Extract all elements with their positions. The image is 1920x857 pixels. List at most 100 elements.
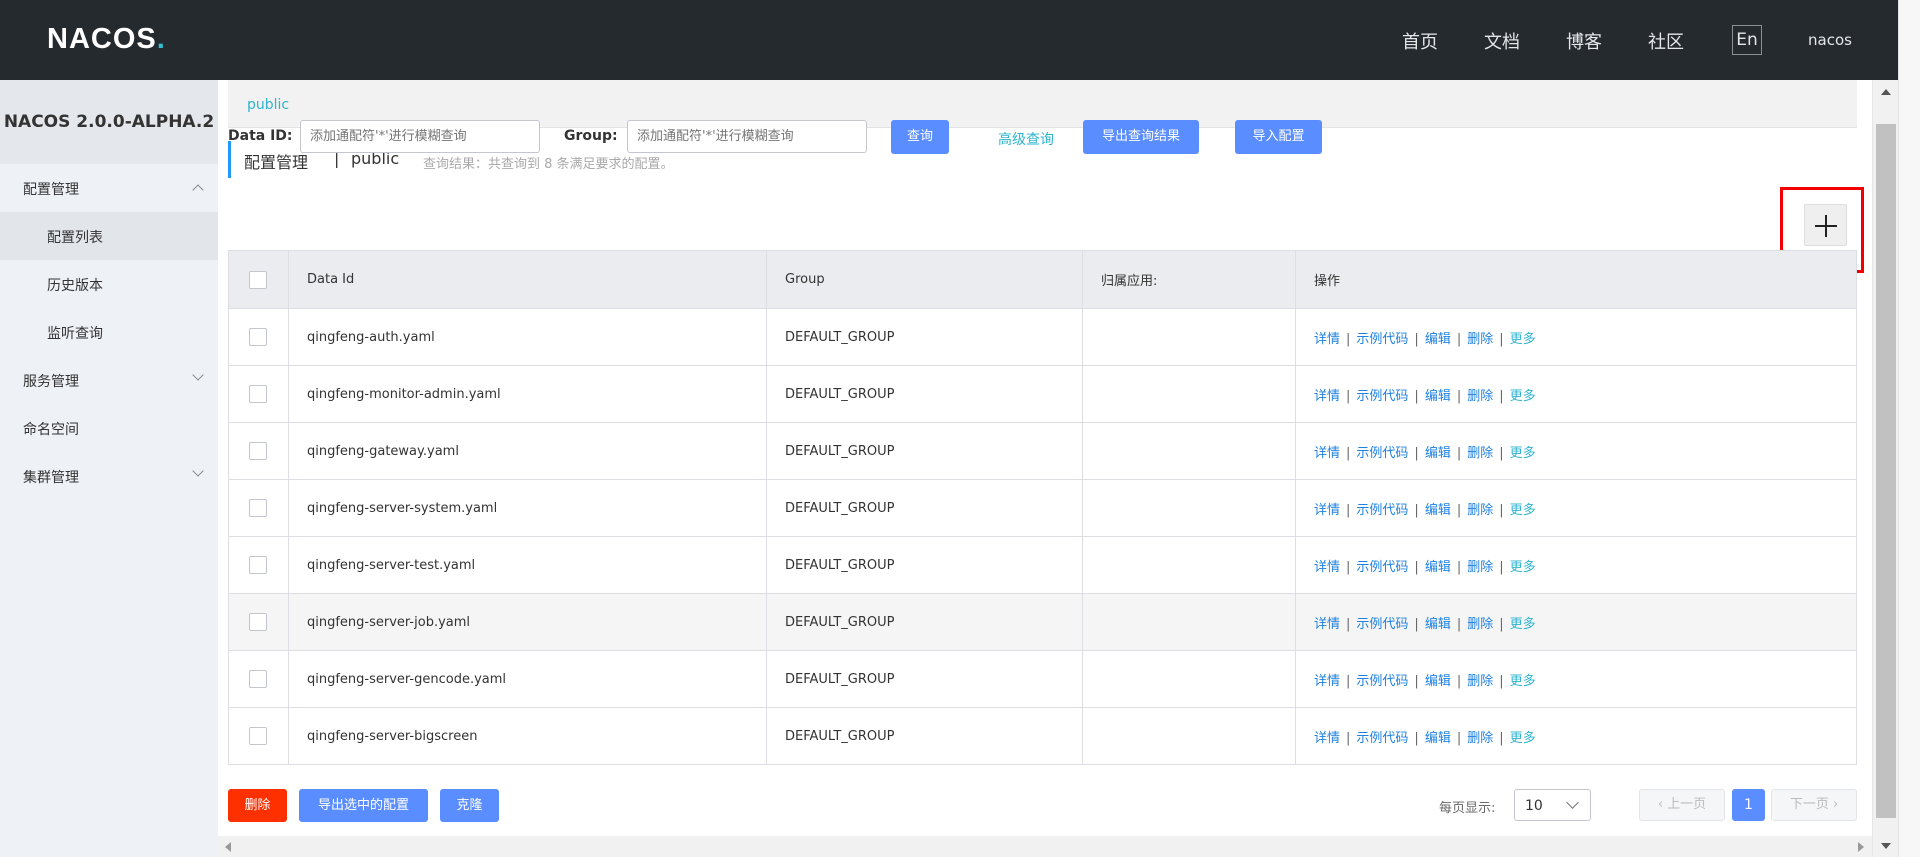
table-row[interactable]: qingfeng-auth.yaml DEFAULT_GROUP 详情 | 示例代码 | 编… [228, 308, 1857, 366]
detail-link[interactable]: 详情 [1314, 389, 1340, 404]
delete-link[interactable]: 删除 [1467, 674, 1493, 689]
edit-link[interactable]: 编辑 [1425, 503, 1451, 518]
horizontal-scrollbar[interactable] [218, 836, 1872, 857]
sidebar-item-namespace[interactable]: 命名空间 [0, 404, 218, 452]
cell-group: DEFAULT_GROUP [766, 365, 1083, 423]
select-all-checkbox[interactable] [249, 270, 267, 289]
row-checkbox[interactable] [249, 727, 267, 745]
row-checkbox[interactable] [249, 670, 267, 688]
vertical-scrollbar[interactable] [1872, 80, 1898, 857]
export-selected-button[interactable]: 导出选中的配置 [299, 789, 428, 822]
edit-link[interactable]: 编辑 [1425, 446, 1451, 461]
import-config-button[interactable]: 导入配置 [1235, 120, 1322, 154]
scroll-up-arrow[interactable] [1881, 89, 1891, 95]
more-link[interactable]: 更多 [1510, 332, 1536, 347]
nav-docs[interactable]: 文档 [1484, 28, 1520, 54]
more-link[interactable]: 更多 [1510, 731, 1536, 746]
sample-code-link[interactable]: 示例代码 [1356, 617, 1408, 632]
row-checkbox[interactable] [249, 328, 267, 346]
nacos-logo[interactable]: NACOS. [47, 23, 166, 56]
edit-link[interactable]: 编辑 [1425, 560, 1451, 575]
sidebar-item-config-management[interactable]: 配置管理 [0, 164, 218, 212]
row-checkbox[interactable] [249, 442, 267, 460]
sample-code-link[interactable]: 示例代码 [1356, 332, 1408, 347]
clone-button[interactable]: 克隆 [440, 789, 499, 822]
table-row[interactable]: qingfeng-server-system.yaml DEFAULT_GROUP… [228, 479, 1857, 537]
table-row[interactable]: qingfeng-server-test.yaml DEFAULT_GROUP 详情… [228, 536, 1857, 594]
detail-link[interactable]: 详情 [1314, 446, 1340, 461]
row-checkbox[interactable] [249, 613, 267, 631]
delete-link[interactable]: 删除 [1467, 731, 1493, 746]
row-select-cell [228, 593, 289, 651]
col-group: Group [766, 250, 1083, 309]
sample-code-link[interactable]: 示例代码 [1356, 446, 1408, 461]
delete-selected-button[interactable]: 删除 [228, 789, 287, 822]
more-link[interactable]: 更多 [1510, 674, 1536, 689]
sample-code-link[interactable]: 示例代码 [1356, 389, 1408, 404]
delete-link[interactable]: 删除 [1467, 332, 1493, 347]
page-number-current[interactable]: 1 [1732, 789, 1765, 821]
next-page-button[interactable]: 下一页 › [1771, 789, 1857, 821]
sample-code-link[interactable]: 示例代码 [1356, 503, 1408, 518]
table-row[interactable]: qingfeng-server-bigscreen DEFAULT_GROUP 详情… [228, 707, 1857, 765]
sidebar-item-service-management[interactable]: 服务管理 [0, 356, 218, 404]
row-checkbox[interactable] [249, 385, 267, 403]
data-id-input[interactable] [300, 120, 540, 153]
detail-link[interactable]: 详情 [1314, 674, 1340, 689]
edit-link[interactable]: 编辑 [1425, 617, 1451, 632]
table-row[interactable]: qingfeng-monitor-admin.yaml DEFAULT_GROUP… [228, 365, 1857, 423]
scroll-right-arrow[interactable] [1858, 842, 1864, 852]
namespace-tab-public[interactable]: public [247, 97, 289, 113]
row-select-cell [228, 479, 289, 537]
more-link[interactable]: 更多 [1510, 503, 1536, 518]
user-menu[interactable]: nacos [1808, 31, 1852, 49]
nav-community[interactable]: 社区 [1648, 28, 1684, 54]
prev-page-button[interactable]: ‹ 上一页 [1639, 789, 1725, 821]
sample-code-link[interactable]: 示例代码 [1356, 560, 1408, 575]
scrollbar-thumb[interactable] [1876, 124, 1896, 818]
table-row[interactable]: qingfeng-gateway.yaml DEFAULT_GROUP 详情 | 示例代… [228, 422, 1857, 480]
query-button[interactable]: 查询 [891, 120, 949, 154]
scroll-left-arrow[interactable] [225, 842, 231, 852]
edit-link[interactable]: 编辑 [1425, 332, 1451, 347]
delete-link[interactable]: 删除 [1467, 617, 1493, 632]
more-link[interactable]: 更多 [1510, 560, 1536, 575]
language-switch-button[interactable]: En [1732, 25, 1762, 55]
more-link[interactable]: 更多 [1510, 446, 1536, 461]
edit-link[interactable]: 编辑 [1425, 389, 1451, 404]
edit-link[interactable]: 编辑 [1425, 674, 1451, 689]
group-input[interactable] [627, 120, 867, 153]
row-checkbox[interactable] [249, 499, 267, 517]
more-link[interactable]: 更多 [1510, 389, 1536, 404]
add-icon[interactable] [1804, 204, 1847, 246]
detail-link[interactable]: 详情 [1314, 332, 1340, 347]
cell-group: DEFAULT_GROUP [766, 650, 1083, 708]
export-results-button[interactable]: 导出查询结果 [1083, 120, 1199, 154]
action-separator: | [1346, 616, 1351, 632]
table-row[interactable]: qingfeng-server-gencode.yaml DEFAULT_GROU… [228, 650, 1857, 708]
detail-link[interactable]: 详情 [1314, 617, 1340, 632]
edit-link[interactable]: 编辑 [1425, 731, 1451, 746]
detail-link[interactable]: 详情 [1314, 560, 1340, 575]
detail-link[interactable]: 详情 [1314, 731, 1340, 746]
table-row[interactable]: qingfeng-server-job.yaml DEFAULT_GROUP 详情 |… [228, 593, 1857, 651]
detail-link[interactable]: 详情 [1314, 503, 1340, 518]
sample-code-link[interactable]: 示例代码 [1356, 731, 1408, 746]
sidebar-item-history[interactable]: 历史版本 [0, 260, 218, 308]
more-link[interactable]: 更多 [1510, 617, 1536, 632]
delete-link[interactable]: 删除 [1467, 503, 1493, 518]
sidebar-item-listener-query[interactable]: 监听查询 [0, 308, 218, 356]
action-separator: | [1499, 445, 1504, 461]
delete-link[interactable]: 删除 [1467, 560, 1493, 575]
nav-home[interactable]: 首页 [1402, 28, 1438, 54]
nav-blog[interactable]: 博客 [1566, 28, 1602, 54]
row-checkbox[interactable] [249, 556, 267, 574]
delete-link[interactable]: 删除 [1467, 446, 1493, 461]
sample-code-link[interactable]: 示例代码 [1356, 674, 1408, 689]
sidebar-item-config-list[interactable]: 配置列表 [0, 212, 218, 260]
sidebar-item-cluster-management[interactable]: 集群管理 [0, 452, 218, 500]
advanced-query-link[interactable]: 高级查询 [998, 129, 1054, 149]
delete-link[interactable]: 删除 [1467, 389, 1493, 404]
scroll-down-arrow[interactable] [1881, 843, 1891, 849]
page-size-select[interactable]: 10 [1514, 789, 1591, 821]
